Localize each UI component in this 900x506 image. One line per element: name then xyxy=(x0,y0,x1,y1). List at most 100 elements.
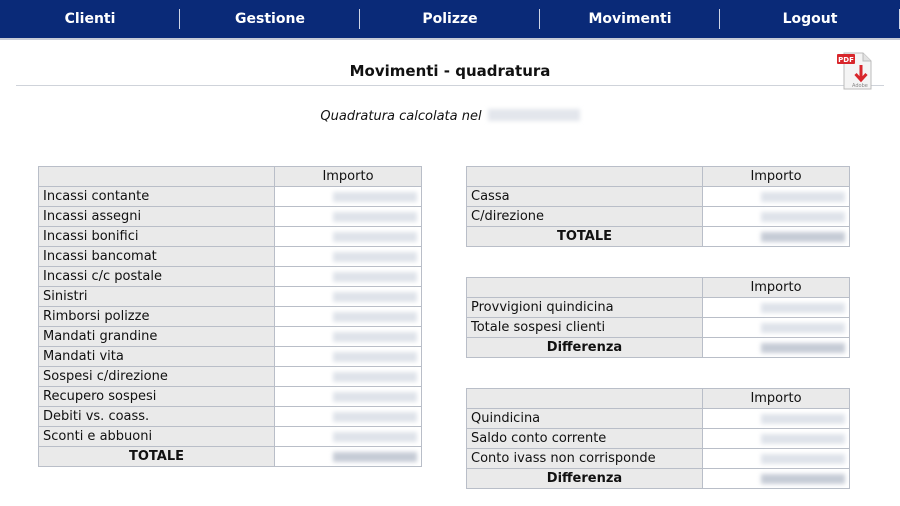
empty-header-cell xyxy=(466,166,703,187)
row-value xyxy=(274,226,422,247)
redacted-amount xyxy=(333,391,417,402)
provvigioni-table: Importo Provvigioni quindicina Totale sos… xyxy=(466,277,850,358)
row-label: Incassi bonifici xyxy=(38,226,275,247)
row-label: Quindicina xyxy=(466,408,703,429)
row-label: C/direzione xyxy=(466,206,703,227)
table-row: Totale sospesi clienti xyxy=(466,317,850,338)
redacted-amount xyxy=(761,302,845,313)
nav-gestione[interactable]: Gestione xyxy=(180,0,360,38)
table-row: C/direzione xyxy=(466,206,850,227)
importo-header: Importo xyxy=(702,277,850,298)
table-row: Sconti e abbuoni xyxy=(38,426,422,447)
redacted-amount xyxy=(761,211,845,222)
table-row: Sospesi c/direzione xyxy=(38,366,422,387)
table-row: Saldo conto corrente xyxy=(466,428,850,449)
row-value xyxy=(274,386,422,407)
table-row: Quindicina xyxy=(466,408,850,429)
row-value xyxy=(702,317,850,338)
nav-polizze[interactable]: Polizze xyxy=(360,0,540,38)
svg-text:PDF: PDF xyxy=(838,56,854,64)
row-value xyxy=(702,448,850,469)
table-row: Debiti vs. coass. xyxy=(38,406,422,427)
subtitle-text: Quadratura calcolata nel xyxy=(320,109,482,124)
row-value xyxy=(274,366,422,387)
row-value xyxy=(274,426,422,447)
nav-clienti[interactable]: Clienti xyxy=(0,0,180,38)
table-row: Mandati vita xyxy=(38,346,422,367)
row-value xyxy=(274,186,422,207)
table-row: Incassi bancomat xyxy=(38,246,422,267)
row-value xyxy=(702,186,850,207)
differenza-label: Differenza xyxy=(466,337,703,358)
row-value xyxy=(274,326,422,347)
redacted-amount xyxy=(761,322,845,333)
differenza-label: Differenza xyxy=(466,468,703,489)
incassi-table: Importo Incassi contante Incassi assegni I… xyxy=(38,166,422,467)
redacted-amount xyxy=(333,211,417,222)
row-label: Mandati vita xyxy=(38,346,275,367)
row-value xyxy=(274,206,422,227)
differenza-value xyxy=(702,337,850,358)
svg-text:Adobe: Adobe xyxy=(852,83,868,89)
table-row: Conto ivass non corrisponde xyxy=(466,448,850,469)
row-label: Sinistri xyxy=(38,286,275,307)
importo-header: Importo xyxy=(702,388,850,409)
table-row: Incassi contante xyxy=(38,186,422,207)
empty-header-cell xyxy=(38,166,275,187)
table-row: Cassa xyxy=(466,186,850,207)
row-value xyxy=(274,306,422,327)
total-label: TOTALE xyxy=(38,446,275,467)
redacted-amount xyxy=(761,413,845,424)
redacted-amount xyxy=(333,351,417,362)
redacted-amount xyxy=(333,271,417,282)
total-value xyxy=(702,226,850,247)
row-label: Totale sospesi clienti xyxy=(466,317,703,338)
redacted-amount xyxy=(333,331,417,342)
row-label: Sospesi c/direzione xyxy=(38,366,275,387)
table-row: Provvigioni quindicina xyxy=(466,297,850,318)
row-label: Recupero sospesi xyxy=(38,386,275,407)
subtitle: Quadratura calcolata nel xyxy=(0,109,900,124)
row-label: Conto ivass non corrisponde xyxy=(466,448,703,469)
row-label: Saldo conto corrente xyxy=(466,428,703,449)
row-label: Cassa xyxy=(466,186,703,207)
row-value xyxy=(702,206,850,227)
table-row: Recupero sospesi xyxy=(38,386,422,407)
redacted-amount xyxy=(333,231,417,242)
redacted-amount xyxy=(333,291,417,302)
row-value xyxy=(274,346,422,367)
row-value xyxy=(702,428,850,449)
total-label: TOTALE xyxy=(466,226,703,247)
redacted-amount xyxy=(761,191,845,202)
redacted-date xyxy=(487,109,580,121)
row-label: Incassi contante xyxy=(38,186,275,207)
nav-logout[interactable]: Logout xyxy=(720,0,900,38)
total-value xyxy=(274,446,422,467)
row-value xyxy=(274,406,422,427)
top-navbar: Clienti Gestione Polizze Movimenti Logou… xyxy=(0,0,900,40)
table-row: Incassi c/c postale xyxy=(38,266,422,287)
row-value xyxy=(274,286,422,307)
table-row: Incassi bonifici xyxy=(38,226,422,247)
row-label: Debiti vs. coass. xyxy=(38,406,275,427)
redacted-amount xyxy=(761,453,845,464)
row-label: Sconti e abbuoni xyxy=(38,426,275,447)
row-value xyxy=(274,266,422,287)
quindicina-table: Importo Quindicina Saldo conto corrente Co… xyxy=(466,388,850,489)
importo-header: Importo xyxy=(274,166,422,187)
importo-header: Importo xyxy=(702,166,850,187)
empty-header-cell xyxy=(466,388,703,409)
cassa-table: Importo Cassa C/direzione TOTALE xyxy=(466,166,850,247)
table-row: Incassi assegni xyxy=(38,206,422,227)
table-row: Rimborsi polizze xyxy=(38,306,422,327)
nav-movimenti[interactable]: Movimenti xyxy=(540,0,720,38)
row-value xyxy=(702,297,850,318)
pdf-export-icon[interactable]: PDF Adobe xyxy=(836,50,876,92)
row-label: Incassi assegni xyxy=(38,206,275,227)
table-row: Sinistri xyxy=(38,286,422,307)
table-row: Mandati grandine xyxy=(38,326,422,347)
redacted-amount xyxy=(333,371,417,382)
redacted-amount xyxy=(333,311,417,322)
row-value xyxy=(702,408,850,429)
title-divider xyxy=(16,85,884,86)
